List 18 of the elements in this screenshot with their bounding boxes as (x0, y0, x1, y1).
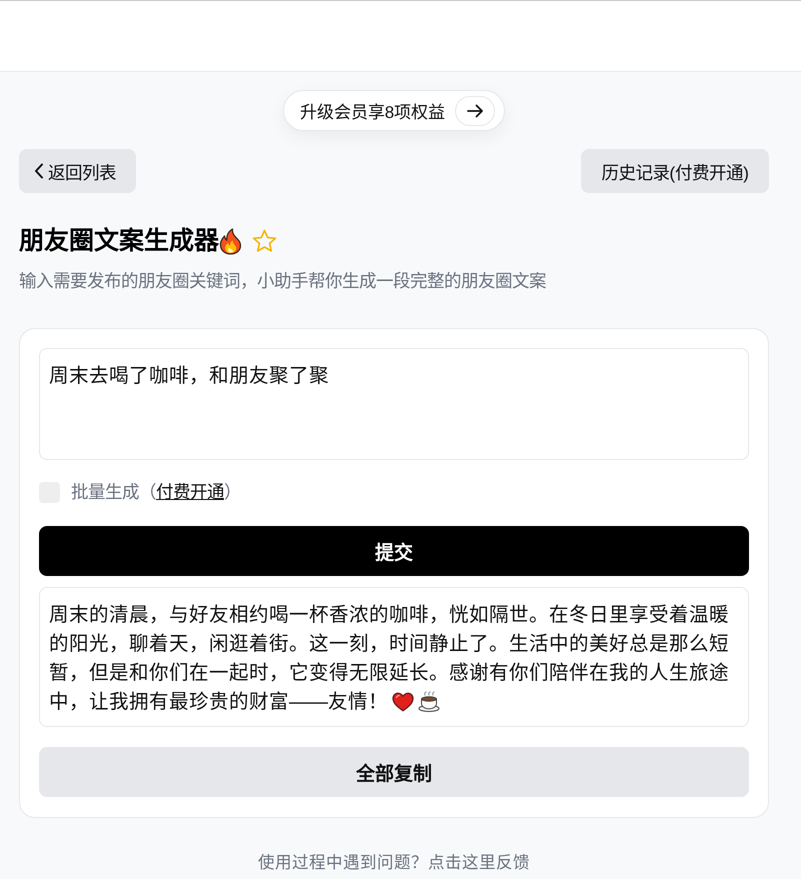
star-icon[interactable] (252, 229, 277, 253)
tool-description: 输入需要发布的朋友圈关键词，小助手帮你生成一段完整的朋友圈文案 (19, 270, 547, 293)
batch-label: 批量生成（付费开通） (71, 481, 241, 504)
arrow-right-icon (455, 96, 496, 126)
coffee-cup-icon (418, 690, 440, 712)
paid-upgrade-link[interactable]: 付费开通 (156, 482, 224, 502)
page-title: 朋友圈文案生成器 (19, 226, 219, 256)
chevron-left-icon (34, 163, 44, 179)
fire-icon (219, 228, 242, 254)
back-button[interactable]: 返回列表 (19, 149, 136, 193)
keyword-input[interactable]: 周末去喝了咖啡，和朋友聚了聚 (39, 348, 749, 460)
submit-button[interactable]: 提交 (39, 526, 749, 576)
upgrade-button[interactable]: 升级会员享8项权益 (282, 90, 506, 131)
feedback-link[interactable]: 使用过程中遇到问题？点击这里反馈 (258, 852, 530, 874)
copy-all-button[interactable]: 全部复制 (39, 747, 749, 797)
result-text: 周末的清晨，与好友相约喝一杯香浓的咖啡，恍如隔世。在冬日里享受着温暖的阳光，聊着天，闲逛着街。这一刻，时间静止了。生活中的美好总是那么短暂，但是和你们在一起时，它变得无限延长。感谢有你们陪伴在我的人生旅途中，让我拥有最珍贵的财富——友情！ (49, 603, 730, 715)
history-button[interactable]: 历史记录(付费开通) (581, 149, 769, 193)
heart-icon (392, 692, 414, 712)
